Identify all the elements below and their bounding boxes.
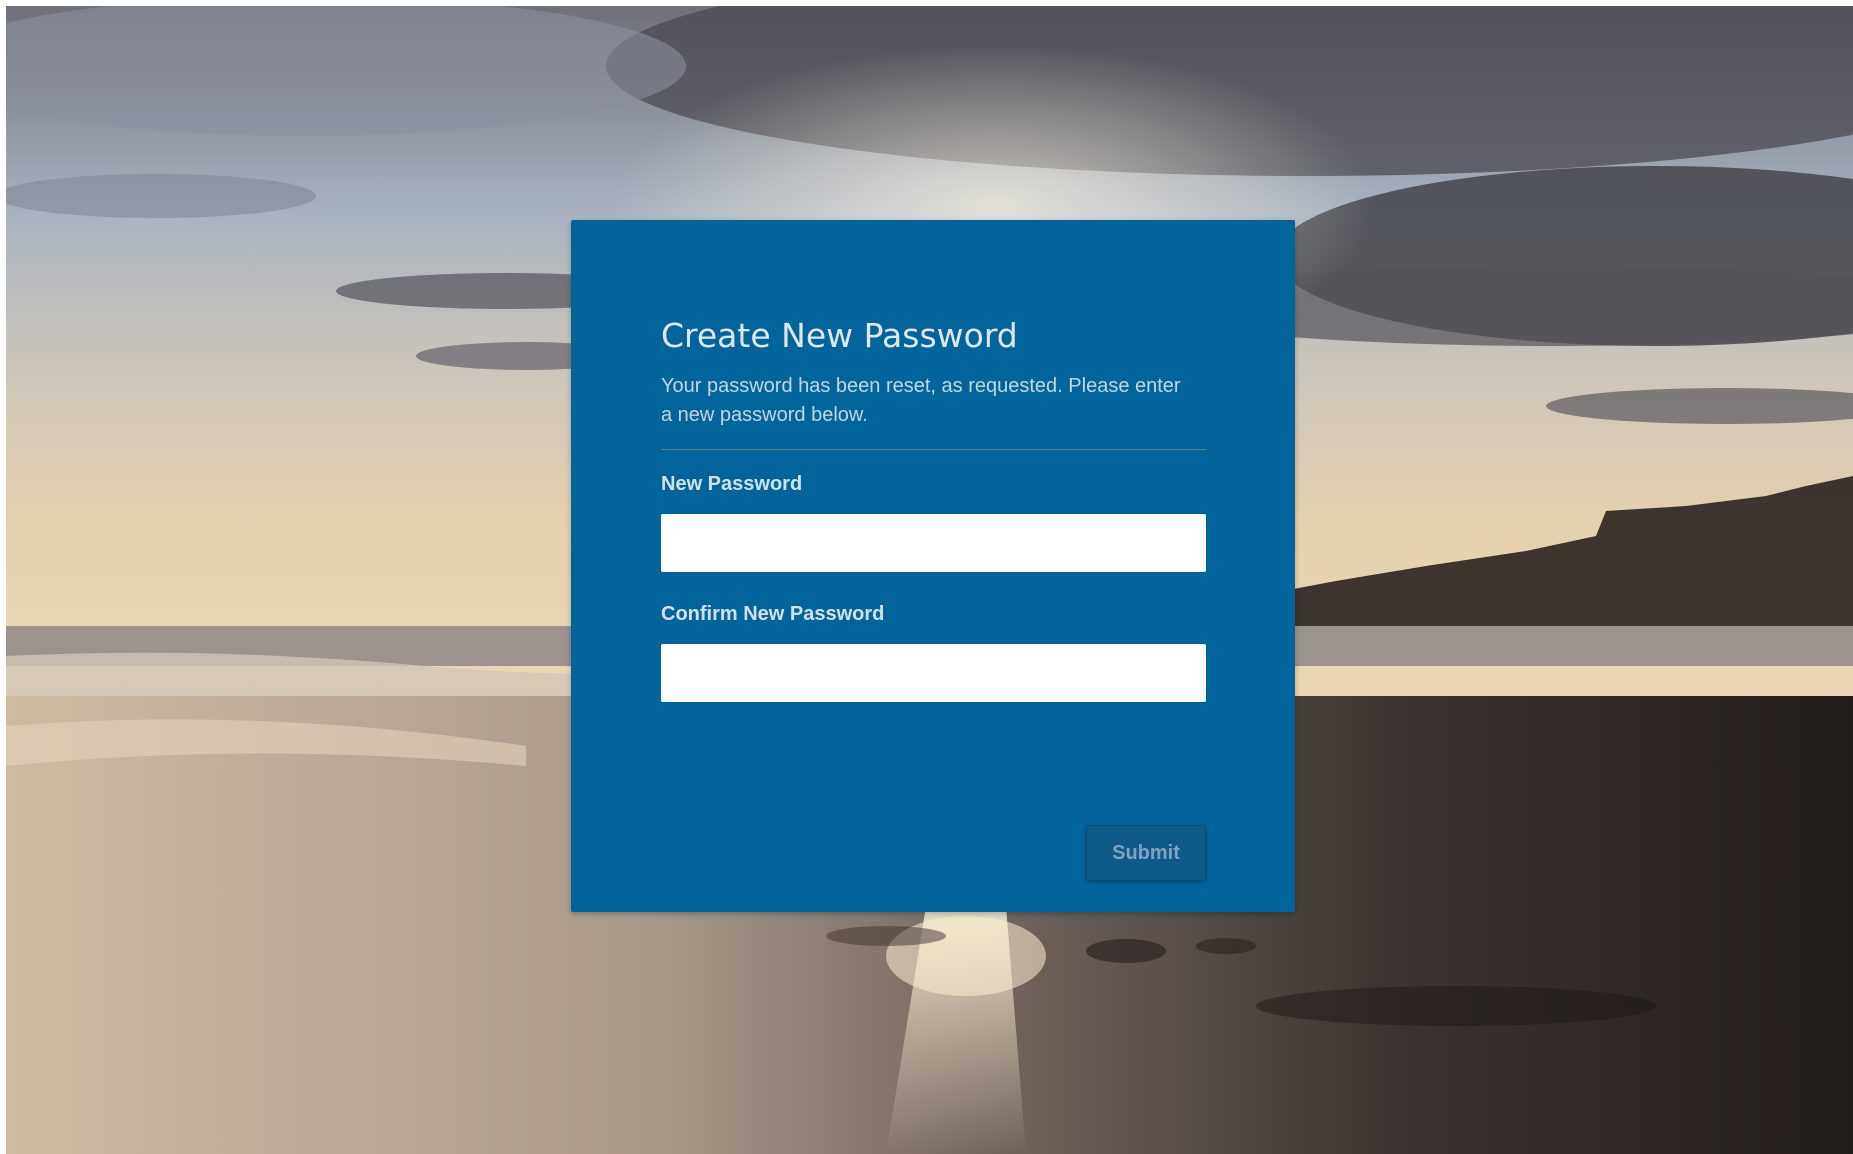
instructions-text: Your password has been reset, as request… (661, 375, 1181, 426)
new-password-input[interactable] (661, 514, 1206, 572)
page-title: Create New Password (661, 316, 1018, 355)
confirm-password-input[interactable] (661, 644, 1206, 702)
confirm-password-label: Confirm New Password (661, 603, 885, 625)
submit-button[interactable]: Submit (1086, 825, 1206, 881)
password-reset-card: Create New Password Your password has be… (571, 220, 1295, 912)
divider (661, 449, 1206, 450)
new-password-label: New Password (661, 473, 803, 495)
